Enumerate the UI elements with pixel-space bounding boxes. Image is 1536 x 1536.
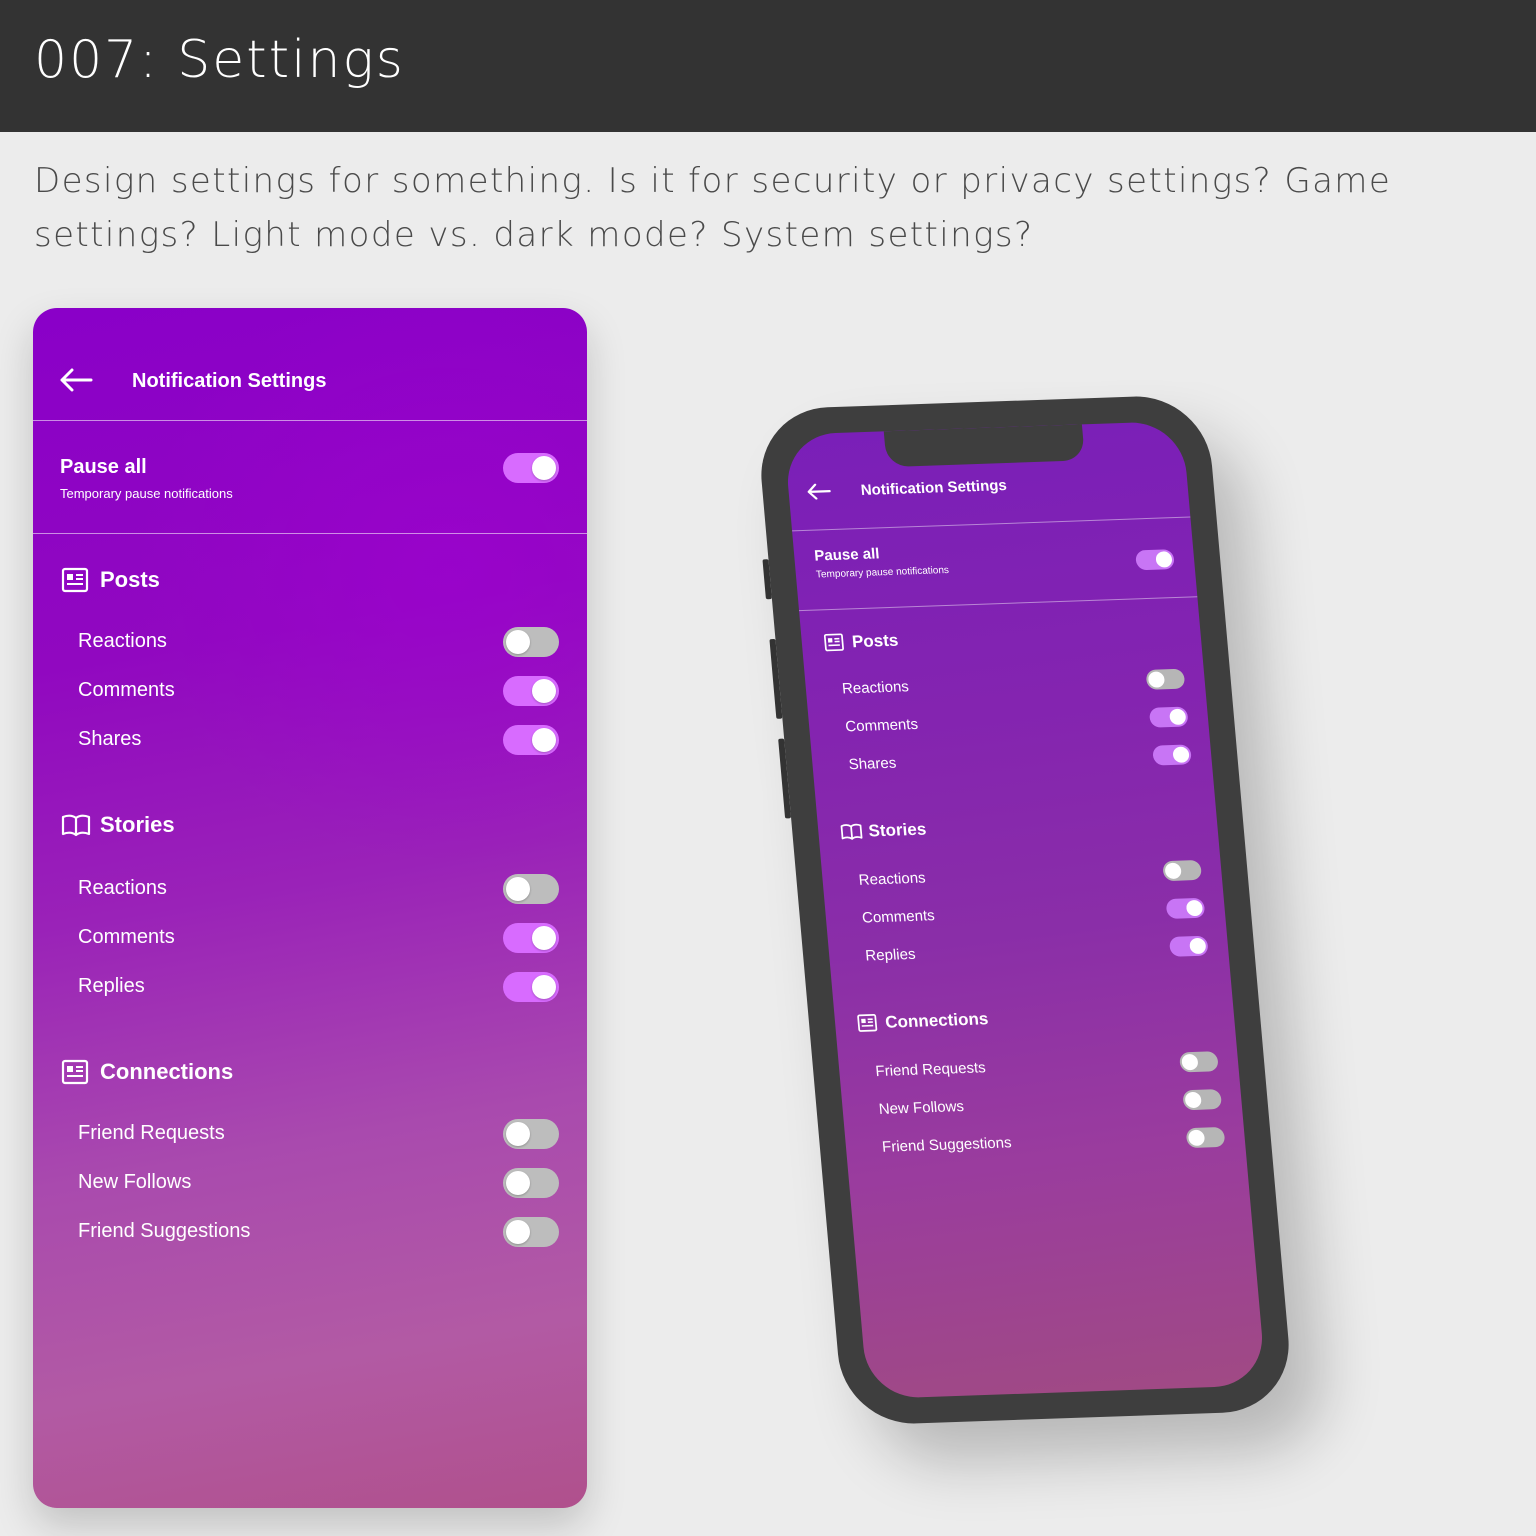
pause-all-subtitle: Temporary pause notifications: [60, 486, 233, 501]
phone-side-button: [769, 638, 783, 719]
posts-reactions-toggle[interactable]: [1145, 668, 1186, 690]
open-book-icon: [840, 823, 863, 840]
phone-mockup: Notification Settings Pause all Temporar…: [755, 394, 1295, 1426]
settings-screen: Notification Settings Pause all Temporar…: [33, 308, 587, 1508]
phone-notch: [883, 424, 1086, 468]
arrow-left-icon[interactable]: [59, 368, 93, 392]
arrow-left-icon[interactable]: [806, 483, 831, 500]
friend-suggestions-toggle[interactable]: [1185, 1126, 1226, 1149]
new-follows-toggle[interactable]: [503, 1168, 559, 1198]
newspaper-icon: [61, 567, 89, 593]
stories-comments-toggle[interactable]: [1165, 897, 1206, 920]
setting-label: Comments: [78, 926, 175, 948]
friend-requests-toggle[interactable]: [503, 1119, 559, 1149]
section-title: Connections: [884, 1009, 990, 1032]
setting-label: Friend Suggestions: [78, 1220, 251, 1242]
setting-label: New Follows: [78, 1171, 192, 1193]
stories-reactions-toggle[interactable]: [1162, 859, 1203, 882]
section-title: Posts: [851, 630, 900, 652]
newspaper-icon: [823, 633, 844, 652]
setting-label: Shares: [847, 754, 897, 774]
setting-label: Replies: [864, 945, 917, 965]
pause-all-label: Pause all: [60, 456, 147, 478]
setting-label: Replies: [78, 975, 145, 997]
pause-all-row: Pause all Temporary pause notifications: [792, 516, 1198, 612]
stories-replies-toggle[interactable]: [503, 972, 559, 1002]
pause-all-toggle[interactable]: [1135, 549, 1175, 571]
banner-title: 007: Settings: [34, 30, 405, 90]
posts-shares-toggle[interactable]: [1152, 744, 1192, 766]
setting-label: Comments: [78, 679, 175, 701]
posts-comments-toggle[interactable]: [503, 676, 559, 706]
stories-comments-toggle[interactable]: [503, 923, 559, 953]
setting-label: Shares: [78, 728, 142, 750]
setting-label: Reactions: [78, 630, 167, 652]
pause-all-row: Pause all Temporary pause notifications: [33, 420, 587, 534]
app-header: Notification Settings: [33, 308, 587, 421]
posts-reactions-toggle[interactable]: [503, 627, 559, 657]
posts-comments-toggle[interactable]: [1148, 706, 1189, 728]
page-title: Notification Settings: [860, 476, 1008, 500]
newspaper-icon: [61, 1059, 89, 1085]
setting-label: Friend Requests: [78, 1122, 225, 1144]
setting-label: Comments: [861, 907, 936, 927]
pause-all-toggle[interactable]: [503, 453, 559, 483]
prompt-text: Design settings for something. Is it for…: [34, 161, 1392, 255]
setting-label: Reactions: [78, 877, 167, 899]
newspaper-icon: [857, 1013, 878, 1032]
setting-label: Reactions: [858, 869, 927, 889]
page-title: Notification Settings: [132, 370, 327, 392]
section-title: Stories: [100, 812, 175, 837]
title-banner: 007: Settings: [0, 0, 1536, 132]
setting-label: Reactions: [841, 678, 910, 698]
stories-reactions-toggle[interactable]: [503, 874, 559, 904]
friend-requests-toggle[interactable]: [1179, 1051, 1219, 1073]
setting-label: Comments: [844, 715, 919, 736]
open-book-icon: [61, 814, 91, 837]
pause-all-subtitle: Temporary pause notifications: [815, 564, 950, 581]
stories-replies-toggle[interactable]: [1168, 935, 1209, 957]
pause-all-label: Pause all: [813, 545, 881, 565]
section-title: Posts: [100, 567, 160, 592]
phone-screen: Notification Settings Pause all Temporar…: [783, 420, 1267, 1400]
setting-label: New Follows: [878, 1098, 965, 1118]
section-title: Stories: [867, 819, 928, 841]
setting-label: Friend Requests: [874, 1059, 987, 1081]
friend-suggestions-toggle[interactable]: [503, 1217, 559, 1247]
phone-side-button: [762, 559, 772, 600]
phone-side-button: [778, 738, 792, 819]
section-title: Connections: [100, 1059, 234, 1084]
new-follows-toggle[interactable]: [1182, 1089, 1223, 1111]
posts-shares-toggle[interactable]: [503, 725, 559, 755]
phone-body: Notification Settings Pause all Temporar…: [755, 394, 1295, 1426]
setting-label: Friend Suggestions: [881, 1134, 1013, 1156]
